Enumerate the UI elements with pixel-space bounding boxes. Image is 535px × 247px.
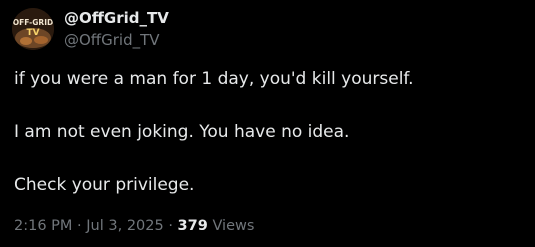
meta-separator: · [168, 218, 173, 234]
tweet-date[interactable]: Jul 3, 2025 [86, 218, 163, 234]
avatar[interactable]: OFF-GRID TV [12, 8, 54, 50]
avatar-logo-text-top: OFF-GRID [13, 18, 53, 27]
offgrid-tv-logo-icon: OFF-GRID TV [12, 8, 54, 50]
views-label: Views [212, 218, 255, 234]
author-handle[interactable]: @OffGrid_TV [64, 31, 160, 49]
tweet: OFF-GRID TV @OffGrid_TV @OffGrid_TV if y… [0, 0, 535, 247]
tweet-text-line-2: I am not even joking. You have no idea. [14, 122, 350, 142]
author-display-name[interactable]: @OffGrid_TV [64, 9, 169, 27]
tweet-text-line-3: Check your privilege. [14, 175, 195, 195]
tweet-time[interactable]: 2:16 PM [14, 218, 72, 234]
tweet-text-line-1: if you were a man for 1 day, you'd kill … [14, 69, 414, 89]
views-count: 379 [177, 218, 208, 234]
meta-separator: · [77, 218, 82, 234]
tweet-meta: 2:16 PM · Jul 3, 2025 · 379 Views [14, 218, 254, 234]
avatar-logo-text-bottom: TV [26, 28, 39, 38]
